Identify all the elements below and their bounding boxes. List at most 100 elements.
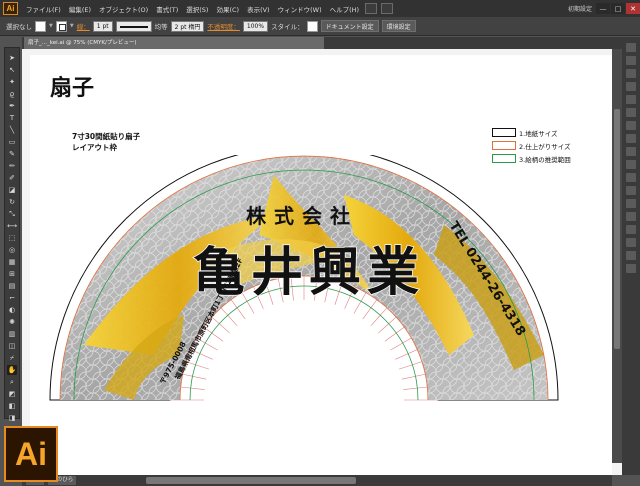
menu-window[interactable]: ウィンドウ(W) (274, 4, 326, 14)
appearance-icon[interactable] (626, 147, 636, 156)
menu-file[interactable]: ファイル(F) (22, 4, 65, 14)
character-icon[interactable] (626, 199, 636, 208)
menu-edit[interactable]: 編集(E) (65, 4, 95, 14)
vertical-scrollbar[interactable] (612, 49, 622, 463)
gradient-tool-icon[interactable]: ▤ (7, 281, 17, 291)
artboard-tool-icon[interactable]: ◫ (7, 341, 17, 351)
line-tool-icon[interactable]: ╲ (7, 125, 17, 135)
blend-tool-icon[interactable]: ◐ (7, 305, 17, 315)
legend-label: 1.地紙サイズ (519, 129, 558, 138)
variable-width-profile[interactable] (115, 20, 152, 32)
symbol-sprayer-tool-icon[interactable]: ✺ (7, 317, 17, 327)
zoom-tool-icon[interactable]: ⌕ (7, 377, 17, 387)
paintbrush-tool-icon[interactable]: ✎ (7, 149, 17, 159)
close-button[interactable]: ✕ (626, 3, 640, 14)
symbols-icon[interactable] (626, 95, 636, 104)
stroke-label[interactable]: 線： (77, 21, 90, 31)
menu-view[interactable]: 表示(V) (243, 4, 274, 14)
stroke-profile-label: 均等 (154, 23, 168, 31)
subtitle-size: 7寸30間紙貼り扇子 (72, 132, 141, 141)
tools-panel: ➤ ↖ ✦ ϱ ✒ T ╲ ▭ ✎ ✏ ✐ ◪ ↻ ⤡ ⟷ ⬚ ◎ ▦ ⊞ ▤ … (4, 47, 20, 434)
legend-item: 2.仕上がりサイズ (492, 139, 571, 152)
document-tab[interactable]: 扇子_..._kei.ai @ 75% (CMYK/プレビュー) (24, 37, 324, 49)
fill-stroke-icon[interactable]: ◩ (7, 389, 17, 399)
brushes-icon[interactable] (626, 82, 636, 91)
transform-icon[interactable] (626, 238, 636, 247)
menu-effect[interactable]: 効果(C) (212, 4, 243, 14)
preferences-button[interactable]: 環境設定 (381, 20, 416, 32)
color-mode-icon[interactable]: ◧ (7, 401, 17, 411)
legend-swatch-trim (492, 141, 516, 150)
pathfinder-icon[interactable] (626, 264, 636, 273)
menu-select[interactable]: 選択(S) (182, 4, 212, 14)
selection-tool-icon[interactable]: ➤ (7, 53, 17, 63)
stroke-swatch[interactable] (55, 20, 67, 32)
rotate-tool-icon[interactable]: ↻ (7, 197, 17, 207)
subtitle-layout: レイアウト枠 (72, 143, 117, 152)
rectangle-tool-icon[interactable]: ▭ (7, 137, 17, 147)
app-logo: Ai (3, 2, 18, 15)
graphic-style-swatch[interactable] (306, 20, 318, 32)
style-label: スタイル： (271, 23, 304, 31)
layers-icon[interactable] (626, 173, 636, 182)
scale-tool-icon[interactable]: ⤡ (7, 209, 17, 219)
horizontal-scroll-thumb[interactable] (146, 477, 357, 484)
swatches-icon[interactable] (626, 69, 636, 78)
opentype-icon[interactable] (626, 225, 636, 234)
company-name-text: 亀井興業 (193, 242, 425, 303)
eyedropper-tool-icon[interactable]: ⌐ (7, 293, 17, 303)
mesh-tool-icon[interactable]: ⊞ (7, 269, 17, 279)
column-graph-tool-icon[interactable]: ▥ (7, 329, 17, 339)
canvas[interactable]: 扇子 7寸30間紙貼り扇子 レイアウト枠 1.地紙サイズ 2.仕上がりサイズ 3… (22, 49, 622, 475)
graphic-styles-icon[interactable] (626, 160, 636, 169)
illustrator-logo: Ai (4, 426, 58, 482)
legend-swatch-paper (492, 128, 516, 137)
page-title: 扇子 (50, 75, 95, 101)
scroll-thumb[interactable] (614, 109, 620, 349)
type-tool-icon[interactable]: T (7, 113, 17, 123)
stroke-weight-field[interactable]: 1 pt (92, 20, 113, 32)
width-tool-icon[interactable]: ⟷ (7, 221, 17, 231)
fan-artwork[interactable]: 株式会社 亀井興業 TEL 0244-26-4318 福島県南相馬市原町区本町1… (44, 155, 564, 415)
slice-tool-icon[interactable]: ⌿ (7, 353, 17, 363)
lasso-tool-icon[interactable]: ϱ (7, 89, 17, 99)
paragraph-icon[interactable] (626, 212, 636, 221)
pencil-tool-icon[interactable]: ✏ (7, 161, 17, 171)
brush-definition[interactable]: 2 pt 楕円 (170, 20, 205, 32)
color-guide-icon[interactable] (626, 56, 636, 65)
maximize-button[interactable]: □ (611, 3, 625, 14)
align-icon[interactable] (626, 251, 636, 260)
document-setup-button[interactable]: ドキュメント設定 (320, 20, 379, 32)
eraser-tool-icon[interactable]: ◪ (7, 185, 17, 195)
workspace-switcher[interactable]: 初期設定 (565, 4, 595, 13)
opacity-field[interactable]: 100% (242, 20, 269, 32)
pen-tool-icon[interactable]: ✒ (7, 101, 17, 111)
menu-object[interactable]: オブジェクト(O) (95, 4, 152, 14)
menu-help[interactable]: ヘルプ(H) (326, 4, 363, 14)
blob-brush-tool-icon[interactable]: ✐ (7, 173, 17, 183)
stroke-panel-icon[interactable] (626, 108, 636, 117)
selection-status: 選択なし (6, 23, 32, 31)
bridge-icon[interactable] (365, 3, 378, 14)
hand-tool-icon[interactable]: ✋ (7, 365, 17, 375)
chevron-down-icon[interactable]: ▼ (49, 23, 53, 29)
perspective-grid-tool-icon[interactable]: ▦ (7, 257, 17, 267)
direct-selection-tool-icon[interactable]: ↖ (7, 65, 17, 75)
menu-type[interactable]: 書式(T) (152, 4, 182, 14)
arrange-documents-icon[interactable] (381, 3, 394, 14)
artboard[interactable]: 扇子 7寸30間紙貼り扇子 レイアウト枠 1.地紙サイズ 2.仕上がりサイズ 3… (30, 55, 612, 475)
color-panel-icon[interactable] (626, 43, 636, 52)
fill-swatch[interactable] (35, 20, 46, 32)
minimize-button[interactable]: — (596, 3, 610, 14)
transparency-icon[interactable] (626, 134, 636, 143)
artboards-icon[interactable] (626, 186, 636, 195)
draw-mode-icon[interactable]: ◨ (7, 413, 17, 423)
gradient-panel-icon[interactable] (626, 121, 636, 130)
free-transform-tool-icon[interactable]: ⬚ (7, 233, 17, 243)
shape-builder-tool-icon[interactable]: ◎ (7, 245, 17, 255)
magic-wand-tool-icon[interactable]: ✦ (7, 77, 17, 87)
opacity-label[interactable]: 不透明度： (207, 21, 240, 31)
chevron-down-icon[interactable]: ▼ (70, 23, 74, 29)
control-bar: 選択なし ▼ ▼ 線： 1 pt 均等 2 pt 楕円 不透明度： 100% ス… (0, 17, 640, 36)
menu-bar: Ai ファイル(F) 編集(E) オブジェクト(O) 書式(T) 選択(S) 効… (0, 0, 640, 17)
